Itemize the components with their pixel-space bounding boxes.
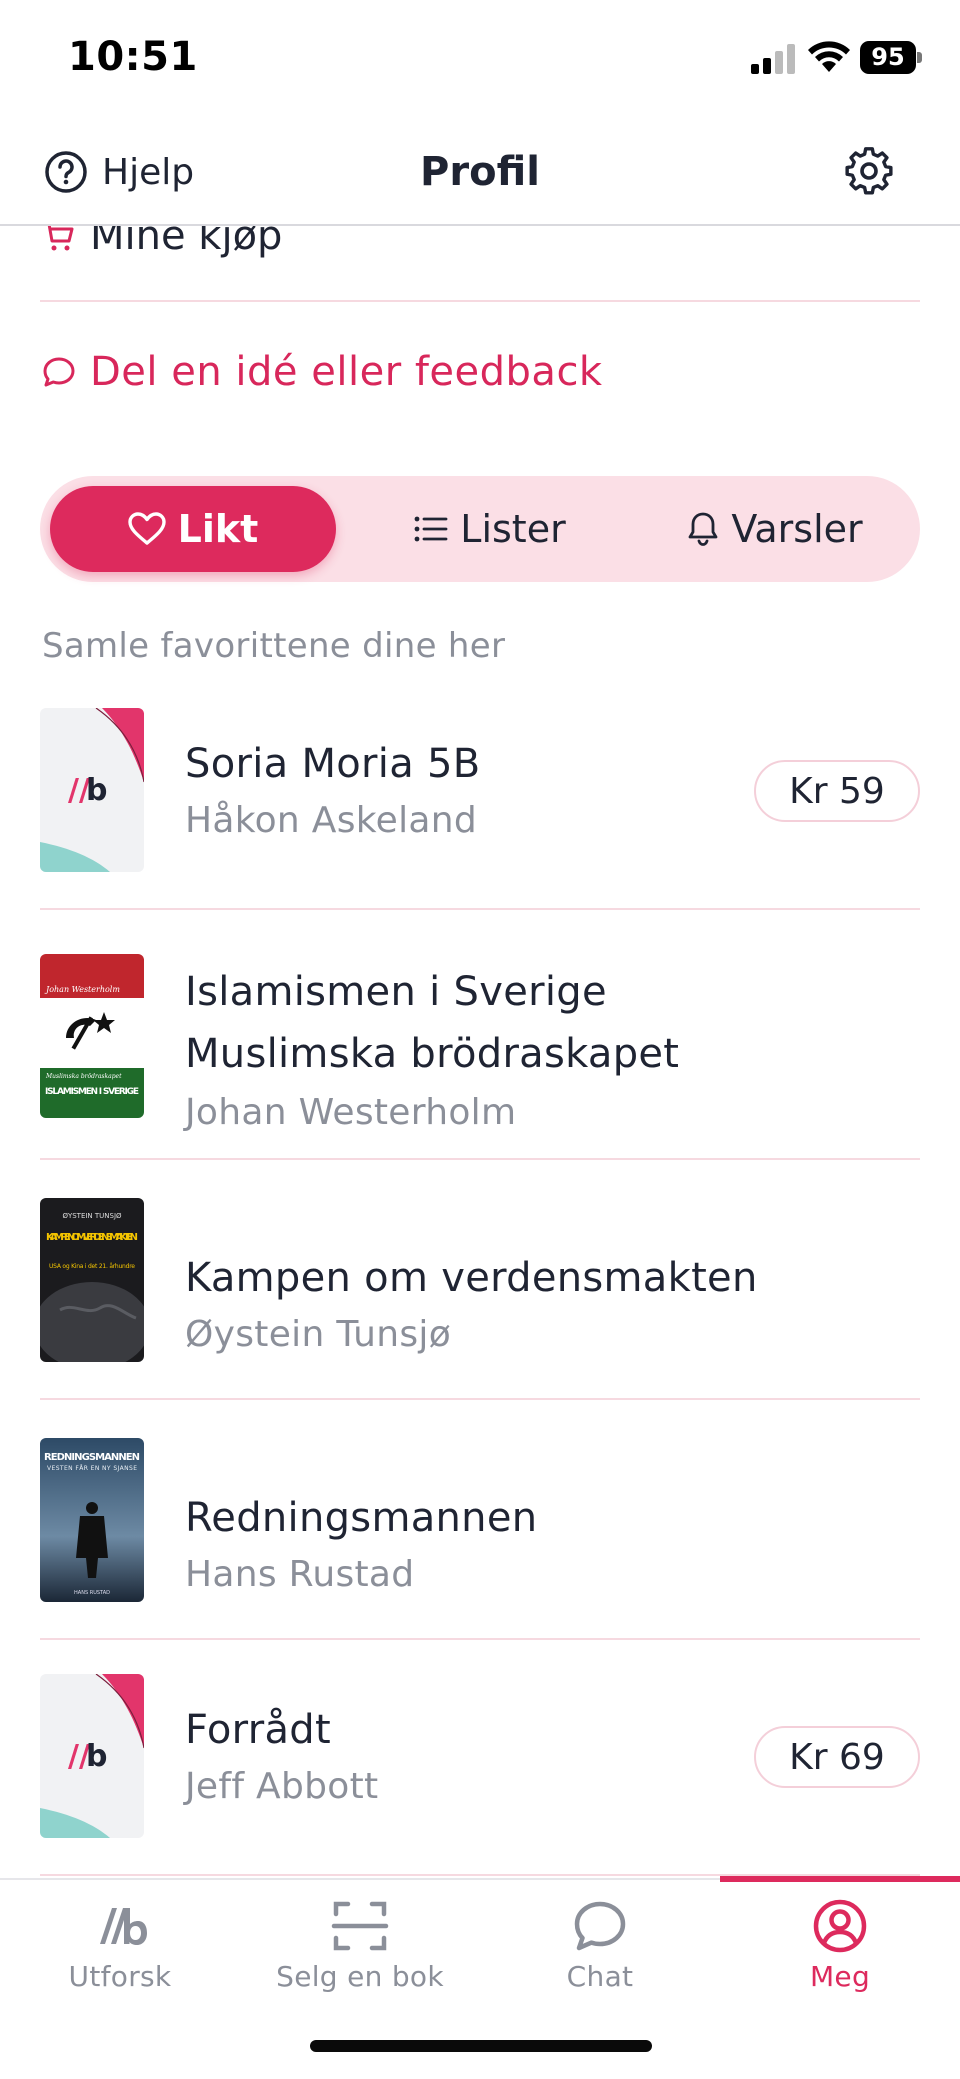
book-cover-placeholder: // b: [40, 1674, 144, 1838]
status-time: 10:51: [68, 34, 198, 80]
cover-subtitle-text: USA og Kina i det 21. århundre: [49, 1263, 135, 1270]
book-title: Forrådt: [185, 1707, 331, 1753]
tab-selg-en-bok[interactable]: Selg en bok: [240, 1880, 480, 2010]
help-button[interactable]: Hjelp: [44, 146, 194, 198]
divider: [40, 1398, 920, 1400]
profile-content[interactable]: Mine kjøp Del en idé eller feedback Likt…: [0, 226, 960, 1878]
status-bar: 10:51 95: [0, 0, 960, 120]
tab-chat[interactable]: Chat: [480, 1880, 720, 2010]
book-cover-image: ØYSTEIN TUNSJØ KAMPEN OM VERDENSMAKTEN U…: [40, 1198, 144, 1362]
tab-utforsk-label: Utforsk: [68, 1960, 172, 1993]
book-cover-image: REDNINGSMANNEN VESTEN FÅR EN NY SJANSE H…: [40, 1438, 144, 1602]
book-author: Jeff Abbott: [185, 1766, 379, 1807]
book-cover-placeholder: // b: [40, 708, 144, 872]
book-item[interactable]: // b Forrådt Jeff Abbott Kr 69: [40, 1674, 920, 1874]
chat-icon: [574, 1901, 626, 1951]
book-item[interactable]: ØYSTEIN TUNSJØ KAMPEN OM VERDENSMAKTEN U…: [40, 1198, 920, 1398]
book-author: Øystein Tunsjø: [185, 1314, 452, 1355]
favorites-segmented-control: Likt Lister Varsler: [40, 476, 920, 582]
tab-likt[interactable]: Likt: [50, 486, 336, 572]
cover-subtitle-text: VESTEN FÅR EN NY SJANSE: [47, 1465, 137, 1472]
profile-icon: [813, 1899, 867, 1953]
divider: [40, 1638, 920, 1640]
tab-lister-label: Lister: [460, 507, 566, 551]
help-icon: [45, 151, 87, 193]
cellular-signal-icon: [751, 44, 795, 74]
heart-icon: [127, 512, 166, 545]
help-label: Hjelp: [102, 151, 195, 193]
favorites-hint: Samle favorittene dine her: [42, 626, 506, 666]
price-badge[interactable]: Kr 69: [754, 1726, 920, 1788]
book-author: Johan Westerholm: [185, 1092, 517, 1133]
cover-author-text: Johan Westerholm: [44, 985, 120, 994]
tab-meg[interactable]: Meg: [720, 1880, 960, 2010]
book-title: Soria Moria 5B: [185, 741, 481, 787]
cart-icon: [47, 226, 74, 251]
book-item[interactable]: // b Soria Moria 5B Håkon Askeland Kr 59: [40, 708, 920, 908]
feedback-link[interactable]: Del en idé eller feedback: [42, 342, 603, 402]
battery-icon: 95: [860, 41, 922, 74]
book-author: Håkon Askeland: [185, 800, 478, 841]
book-subtitle: Muslimska brödraskapet: [185, 1031, 680, 1077]
tab-varsler-label: Varsler: [731, 507, 863, 551]
battery-level: 95: [860, 41, 916, 74]
tab-varsler[interactable]: Varsler: [640, 486, 910, 572]
cover-title-text: REDNINGSMANNEN: [44, 1452, 140, 1463]
my-purchases-row[interactable]: Mine kjøp: [42, 226, 282, 276]
cover-author-text: ØYSTEIN TUNSJØ: [62, 1212, 122, 1220]
cover-title-text: ISLAMISMEN I SVERIGE: [45, 1087, 139, 1097]
chat-bubble-icon: [43, 357, 75, 387]
book-title: Kampen om verdensmakten: [185, 1255, 758, 1301]
book-title: Redningsmannen: [185, 1495, 538, 1541]
scan-icon: [331, 1901, 389, 1951]
bell-icon: [688, 512, 718, 546]
my-purchases-label: Mine kjøp: [90, 226, 283, 259]
price-badge[interactable]: Kr 59: [754, 760, 920, 822]
book-item[interactable]: Johan Westerholm Muslimska brödraskapet …: [40, 954, 920, 1154]
tab-lister[interactable]: Lister: [360, 486, 620, 572]
book-cover-image: Johan Westerholm Muslimska brödraskapet …: [40, 954, 144, 1118]
tab-likt-label: Likt: [177, 507, 259, 551]
header: Hjelp Profil: [0, 120, 960, 226]
gear-icon[interactable]: [844, 146, 894, 196]
cover-subtitle-text: Muslimska brödraskapet: [45, 1073, 122, 1080]
book-item[interactable]: REDNINGSMANNEN VESTEN FÅR EN NY SJANSE H…: [40, 1438, 920, 1638]
logo-icon: [100, 1908, 147, 1945]
svg-text:b: b: [86, 1739, 107, 1774]
divider: [40, 908, 920, 910]
feedback-label: Del en idé eller feedback: [90, 349, 603, 395]
book-title: Islamismen i Sverige: [185, 969, 607, 1015]
tab-meg-label: Meg: [809, 1960, 871, 1993]
wifi-icon: [808, 41, 850, 72]
cover-author-text: HANS RUSTAD: [74, 1590, 110, 1596]
list-icon: [414, 516, 448, 542]
tab-utforsk[interactable]: Utforsk: [0, 1880, 240, 2010]
tab-chat-label: Chat: [566, 1960, 634, 1993]
tab-selg-label: Selg en bok: [276, 1960, 444, 1993]
cover-title-text: KAMPEN OM VERDENSMAKTEN: [46, 1232, 138, 1243]
divider: [40, 1158, 920, 1160]
svg-text:b: b: [86, 773, 107, 808]
divider: [40, 300, 920, 302]
home-indicator[interactable]: [310, 2040, 652, 2052]
book-author: Hans Rustad: [185, 1554, 415, 1595]
